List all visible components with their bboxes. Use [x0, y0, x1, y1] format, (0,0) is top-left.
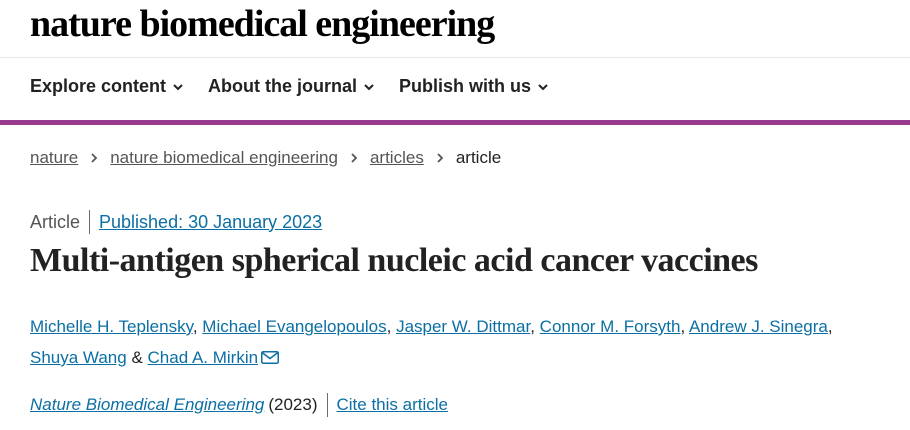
author-separator: , — [192, 317, 198, 336]
published-date-link[interactable]: Published: 30 January 2023 — [99, 212, 322, 233]
nav-publish-with-us[interactable]: Publish with us — [399, 76, 549, 97]
author-link[interactable]: Michelle H. Teplensky — [30, 317, 193, 336]
author-link[interactable]: Connor M. Forsyth — [540, 317, 681, 336]
breadcrumb-link-nature[interactable]: nature — [30, 148, 78, 168]
journal-link[interactable]: Nature Biomedical Engineering — [30, 395, 264, 415]
article-meta: Article Published: 30 January 2023 — [30, 210, 322, 234]
author-separator: , — [386, 317, 392, 336]
nav-item-label: About the journal — [208, 76, 358, 96]
chevron-down-icon — [172, 81, 184, 93]
author-link[interactable]: Andrew J. Sinegra — [689, 317, 828, 336]
breadcrumb-current: article — [455, 148, 502, 167]
author-link[interactable]: Jasper W. Dittmar — [396, 317, 530, 336]
cite-divider — [326, 393, 328, 417]
article-title: Multi-antigen spherical nucleic acid can… — [30, 242, 758, 279]
author-link-corresponding[interactable]: Chad A. Mirkin — [148, 348, 259, 367]
nav-about-the-journal[interactable]: About the journal — [208, 76, 375, 97]
chevron-down-icon — [537, 81, 549, 93]
author-separator: , — [680, 317, 686, 336]
publication-year: (2023) — [268, 395, 318, 414]
article-type: Article — [30, 211, 81, 232]
mail-icon[interactable] — [261, 343, 280, 364]
citation-row: Nature Biomedical Engineering (2023) Cit… — [30, 393, 448, 417]
meta-divider — [89, 210, 91, 234]
chevron-right-icon — [349, 152, 359, 164]
site-logo[interactable]: nature biomedical engineering — [30, 2, 495, 46]
nav-item-label: Explore content — [30, 76, 167, 96]
nav-accent-bar — [0, 120, 910, 125]
nav-explore-content[interactable]: Explore content — [30, 76, 184, 97]
author-list: Michelle H. Teplensky, Michael Evangelop… — [30, 311, 890, 373]
breadcrumb: nature nature biomedical engineering art… — [30, 148, 501, 168]
chevron-right-icon — [89, 152, 99, 164]
breadcrumb-link-articles[interactable]: articles — [370, 148, 424, 168]
main-nav: Explore content About the journal Publis… — [30, 76, 549, 97]
breadcrumb-link-journal[interactable]: nature biomedical engineering — [110, 148, 338, 168]
chevron-down-icon — [363, 81, 375, 93]
author-link[interactable]: Shuya Wang — [30, 348, 127, 367]
author-and: & — [131, 348, 143, 367]
cite-this-article-link[interactable]: Cite this article — [337, 395, 448, 415]
nav-item-label: Publish with us — [399, 76, 532, 96]
author-separator: , — [530, 317, 535, 336]
author-link[interactable]: Michael Evangelopoulos — [202, 317, 386, 336]
chevron-right-icon — [435, 152, 445, 164]
header-divider — [0, 57, 910, 58]
author-separator: , — [827, 317, 833, 336]
